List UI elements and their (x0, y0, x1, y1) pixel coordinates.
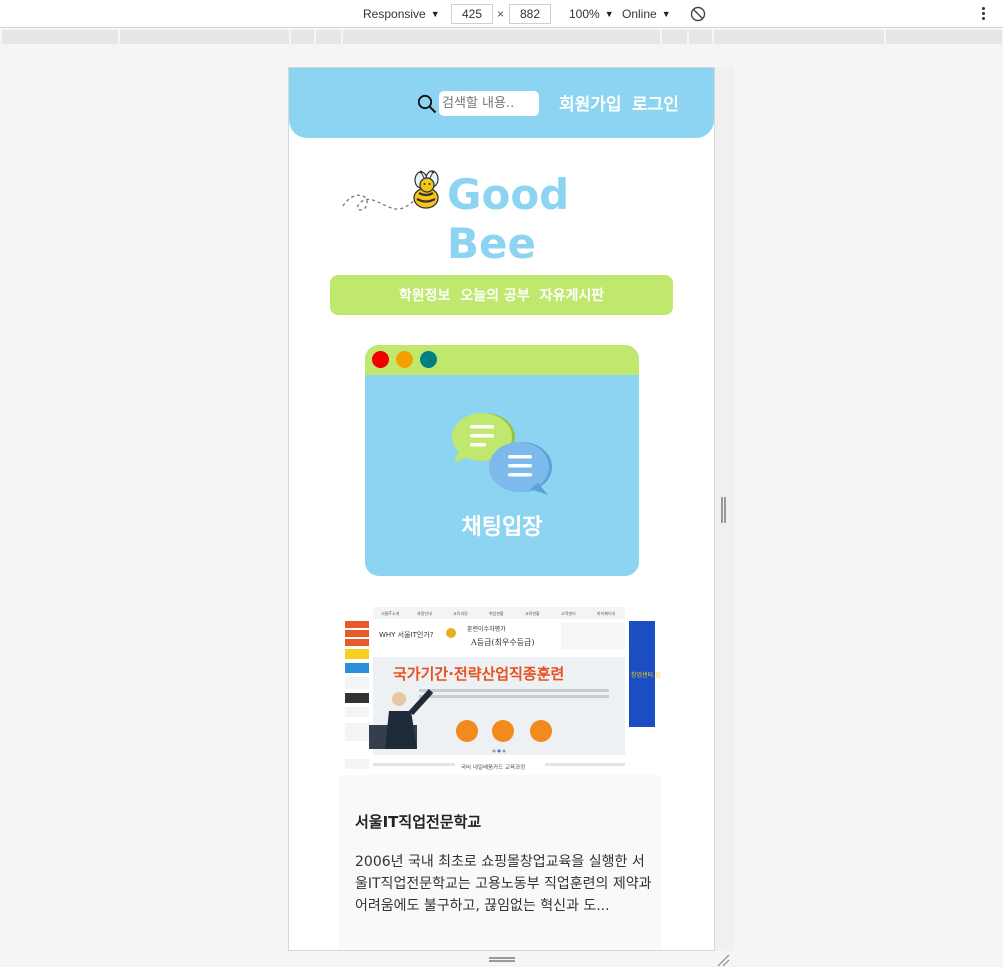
caret-down-icon: ▼ (661, 9, 671, 19)
nav-item-free-board[interactable]: 자유게시판 (540, 285, 604, 305)
media-query-segment[interactable] (886, 30, 1002, 44)
site-logo[interactable]: Good Bee (339, 168, 669, 268)
device-mode-label: Responsive (363, 7, 426, 21)
banner-graphic: 서울IT소개 과정안내 교육과정 취업현황 교육현황 고객센터 마이페이지 WH… (339, 607, 661, 775)
resize-handle-bottom[interactable] (489, 957, 515, 962)
banner-menu-item: 과정안내 (417, 610, 432, 616)
teal-dot (420, 351, 437, 368)
article-body: 2006년 국내 최초로 쇼핑몰창업교육을 실행한 서울IT직업전문학교는 고용… (355, 854, 652, 914)
media-query-segment[interactable] (343, 30, 660, 44)
media-query-segment[interactable] (120, 30, 289, 44)
red-dot (372, 351, 389, 368)
article-card[interactable]: 서울IT소개 과정안내 교육과정 취업현황 교육현황 고객센터 마이페이지 WH… (339, 607, 661, 950)
signup-link[interactable]: 회원가입 (559, 90, 622, 115)
width-input[interactable]: 425 (451, 4, 493, 24)
banner-menu-item: 교육과정 (453, 610, 468, 616)
chat-enter-label: 채팅입장 (461, 515, 543, 540)
media-query-segment[interactable] (2, 30, 118, 44)
zoom-label: 100% (569, 7, 600, 21)
caret-down-icon: ▼ (604, 9, 614, 19)
device-mode-dropdown[interactable]: Responsive ▼ (363, 7, 440, 21)
site-header: 회원가입 로그인 (289, 68, 714, 138)
search-input[interactable] (439, 91, 539, 116)
banner-menu-item: 서울IT소개 (381, 610, 400, 616)
main-nav: 학원정보 오늘의 공부 자유게시판 (330, 275, 673, 315)
bee-logo-icon (342, 170, 439, 211)
media-query-segment[interactable] (689, 30, 712, 44)
caret-down-icon: ▼ (430, 9, 440, 19)
banner-menu-item: 교육현황 (525, 610, 540, 616)
media-query-segment[interactable] (662, 30, 687, 44)
banner-headline: 국가기간·전략산업직종훈련 (393, 665, 564, 683)
orange-dot (396, 351, 413, 368)
search-icon[interactable] (417, 94, 437, 114)
banner-grade-text: A등급(최우수등급) (470, 637, 535, 647)
devtools-toolbar: Responsive ▼ 425 × 882 100% ▼ Online ▼ (0, 0, 1003, 28)
dimension-separator: × (497, 7, 505, 21)
chat-bubbles-icon (452, 413, 552, 495)
banner-rating-text: 훈련이수자평가 (467, 625, 506, 633)
media-query-segment[interactable] (316, 30, 341, 44)
article-title: 서울IT직업전문학교 (355, 813, 482, 831)
banner-side-text: 창업센터 입점 (631, 671, 661, 679)
banner-menu-item: 마이페이지 (597, 610, 616, 616)
height-input[interactable]: 882 (509, 4, 551, 24)
rotate-icon[interactable] (690, 6, 706, 22)
nav-item-today-study[interactable]: 오늘의 공부 (460, 285, 529, 305)
logo-text: Good Bee (447, 170, 570, 268)
zoom-dropdown[interactable]: 100% ▼ (569, 7, 614, 21)
banner-menu-item: 취업현황 (489, 610, 504, 616)
article-banner-image: 서울IT소개 과정안내 교육과정 취업현황 교육현황 고객센터 마이페이지 WH… (339, 607, 661, 775)
login-link[interactable]: 로그인 (632, 90, 679, 115)
window-titlebar (365, 345, 639, 375)
media-query-segment[interactable] (291, 30, 314, 44)
network-label: Online (622, 7, 657, 21)
more-options-icon[interactable] (980, 6, 986, 22)
device-viewport: 회원가입 로그인 Good Bee 학원정보 오늘의 공부 자 (288, 67, 715, 951)
chat-enter-card[interactable]: 채팅입장 (365, 345, 639, 576)
resize-handle-right[interactable] (721, 497, 726, 523)
banner-footer-text: 국비 내일배움카드 교육과정 (461, 763, 525, 771)
media-query-segment[interactable] (714, 30, 884, 44)
network-dropdown[interactable]: Online ▼ (622, 7, 671, 21)
banner-why-text: WHY 서울IT인가? (379, 630, 434, 639)
banner-menu-item: 고객센터 (561, 610, 576, 616)
nav-item-academy-info[interactable]: 학원정보 (399, 285, 451, 305)
resize-corner-icon[interactable] (716, 953, 730, 967)
